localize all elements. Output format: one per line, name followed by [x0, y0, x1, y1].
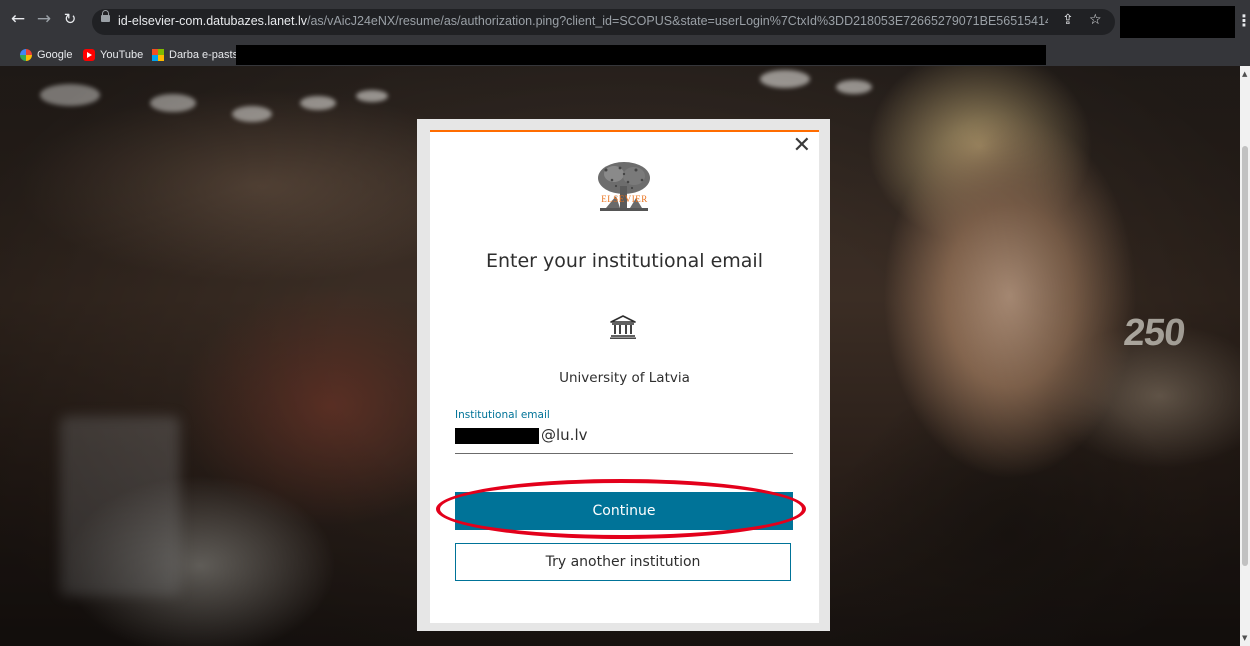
scroll-thumb[interactable]	[1242, 146, 1248, 566]
bookmark-label: Google	[37, 49, 73, 61]
login-dialog: ✕ ELSEVIER Enter your institutional emai…	[430, 130, 819, 623]
browser-toolbar: ← → ↻ id-elsevier-com.datubazes.lanet.lv…	[0, 0, 1250, 44]
google-icon	[20, 49, 32, 61]
continue-button[interactable]: Continue	[455, 492, 793, 530]
scroll-down-icon[interactable]: ▼	[1242, 634, 1247, 642]
star-icon[interactable]: ☆	[1089, 12, 1102, 28]
bookmark-youtube[interactable]: YouTube	[83, 47, 143, 63]
redacted-email-user	[455, 428, 539, 444]
bookmark-label: YouTube	[100, 49, 144, 61]
bookmark-label: Darba e-pasts	[169, 49, 239, 61]
youtube-icon	[83, 49, 95, 61]
back-arrow-icon[interactable]: ←	[8, 9, 28, 29]
bookmark-google[interactable]: Google	[20, 47, 72, 63]
close-icon[interactable]: ✕	[793, 135, 811, 157]
dialog-title: Enter your institutional email	[486, 250, 763, 272]
email-field[interactable]: @lu.lv	[455, 425, 793, 454]
url-host: id-elsevier-com.datubazes.lanet.lv	[118, 14, 307, 28]
url-path: /as/vAicJ24eNX/resume/as/authorization.p…	[306, 14, 1048, 28]
redacted-profile	[1120, 6, 1235, 38]
share-icon[interactable]: ⇪	[1062, 12, 1074, 28]
redacted-bookmarks	[236, 45, 1046, 65]
email-value: @lu.lv	[541, 426, 588, 444]
page-scrollbar[interactable]: ▲ ▼	[1240, 66, 1250, 646]
reload-icon[interactable]: ↻	[60, 9, 80, 29]
elsevier-wordmark: ELSEVIER	[601, 194, 648, 204]
email-label: Institutional email	[455, 409, 550, 421]
address-url[interactable]: id-elsevier-com.datubazes.lanet.lv/as/vA…	[118, 14, 1048, 28]
try-another-institution-button[interactable]: Try another institution	[455, 543, 791, 581]
lock-icon[interactable]	[101, 10, 110, 22]
bookmark-darba-epasts[interactable]: Darba e-pasts	[152, 47, 238, 63]
institution-icon	[610, 315, 636, 339]
browser-menu-icon[interactable]: ⋮	[1236, 11, 1250, 30]
forward-arrow-icon[interactable]: →	[34, 9, 54, 29]
microsoft-icon	[152, 49, 164, 61]
institution-name: University of Latvia	[559, 370, 690, 386]
scroll-up-icon[interactable]: ▲	[1242, 70, 1247, 78]
address-bar[interactable]: id-elsevier-com.datubazes.lanet.lv/as/vA…	[92, 9, 1115, 35]
elsevier-tree-logo	[596, 162, 652, 211]
